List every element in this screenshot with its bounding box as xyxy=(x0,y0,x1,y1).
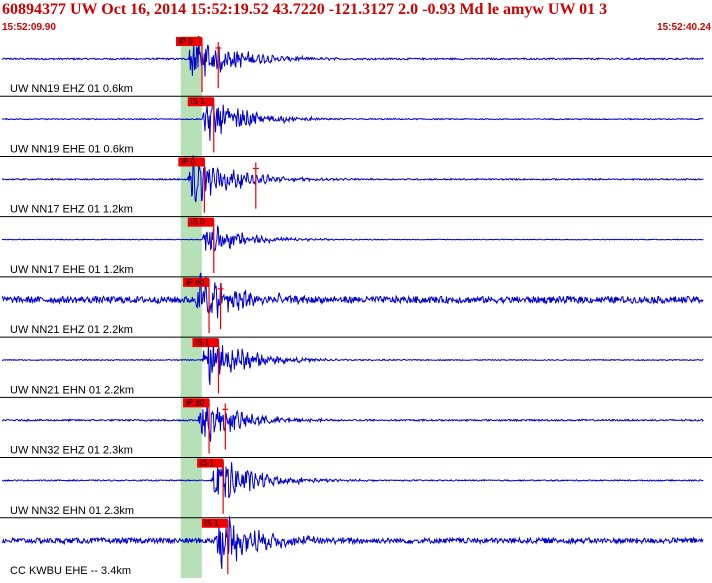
waveform-trace[interactable] xyxy=(1,516,704,570)
pick-label: iP 0 xyxy=(179,37,193,46)
waveform-trace[interactable] xyxy=(2,461,704,499)
end-time-label: 15:52:40.24 xyxy=(657,22,711,33)
waveform-trace[interactable] xyxy=(1,272,704,319)
start-time-label: 15:52:09.90 xyxy=(2,22,56,33)
pick-label: iS 0 xyxy=(191,218,205,227)
trace-label: UW NN17 EHE 01 1.2km xyxy=(10,264,133,276)
trace-label: UW NN19 EHE 01 0.6km xyxy=(10,143,133,155)
trace-label: UW NN32 EHZ 01 2.3km xyxy=(10,445,133,457)
waveform-trace[interactable] xyxy=(1,33,704,77)
pick-label: iS 1 xyxy=(191,97,205,106)
trace-label: UW NN17 EHZ 01 1.2km xyxy=(10,204,133,216)
trace-label: UW NN21 EHN 01 2.2km xyxy=(10,384,134,396)
event-title: 60894377 UW Oct 16, 2014 15:52:19.52 43.… xyxy=(2,1,608,18)
pick-label: iS 1 xyxy=(200,459,214,468)
seismogram-svg[interactable]: iP 0 UW NN19 EHZ 01 0.6km iS 1 UW NN19 EHE … xyxy=(0,33,712,578)
waveform-trace[interactable] xyxy=(1,98,704,141)
trace-label: UW NN21 EHZ 01 2.2km xyxy=(10,324,133,336)
waveform-trace[interactable] xyxy=(1,401,704,442)
seismogram-panel[interactable]: iP 0 UW NN19 EHZ 01 0.6km iS 1 UW NN19 EHE … xyxy=(0,33,712,578)
trace-label: UW NN32 EHN 01 2.3km xyxy=(10,505,134,517)
pick-label: iP d0 xyxy=(186,398,205,407)
waveform-trace[interactable] xyxy=(1,224,704,252)
pick-label: iP d0 xyxy=(186,278,205,287)
waveform-trace[interactable] xyxy=(2,155,704,203)
analysis-window-highlight[interactable] xyxy=(180,36,202,578)
trace-label: UW NN19 EHZ 01 0.6km xyxy=(10,83,133,95)
pick-label: iS 1 xyxy=(195,338,209,347)
event-header: 60894377 UW Oct 16, 2014 15:52:19.52 43.… xyxy=(0,0,712,36)
waveform-trace[interactable] xyxy=(1,338,704,386)
trace-label: CC KWBU EHE -- 3.4km xyxy=(10,565,131,577)
pick-label: iP 0 xyxy=(181,157,195,166)
pick-label: iS 1 xyxy=(205,519,219,528)
